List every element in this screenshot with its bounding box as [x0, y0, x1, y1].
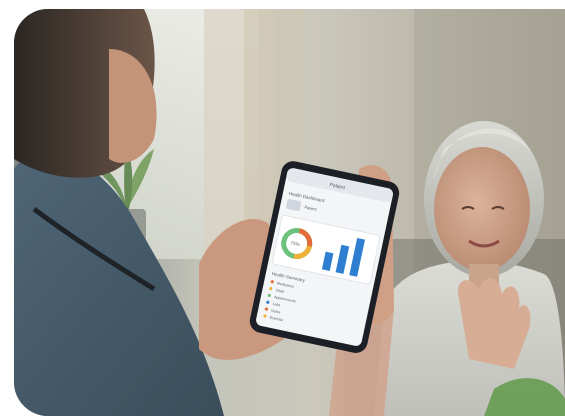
photo-scene: Patient Health Dashboard Patient 75% Hea… [14, 9, 565, 416]
photo-frame: Patient Health Dashboard Patient 75% Hea… [14, 9, 565, 416]
donut-chart: 75% [281, 227, 313, 259]
